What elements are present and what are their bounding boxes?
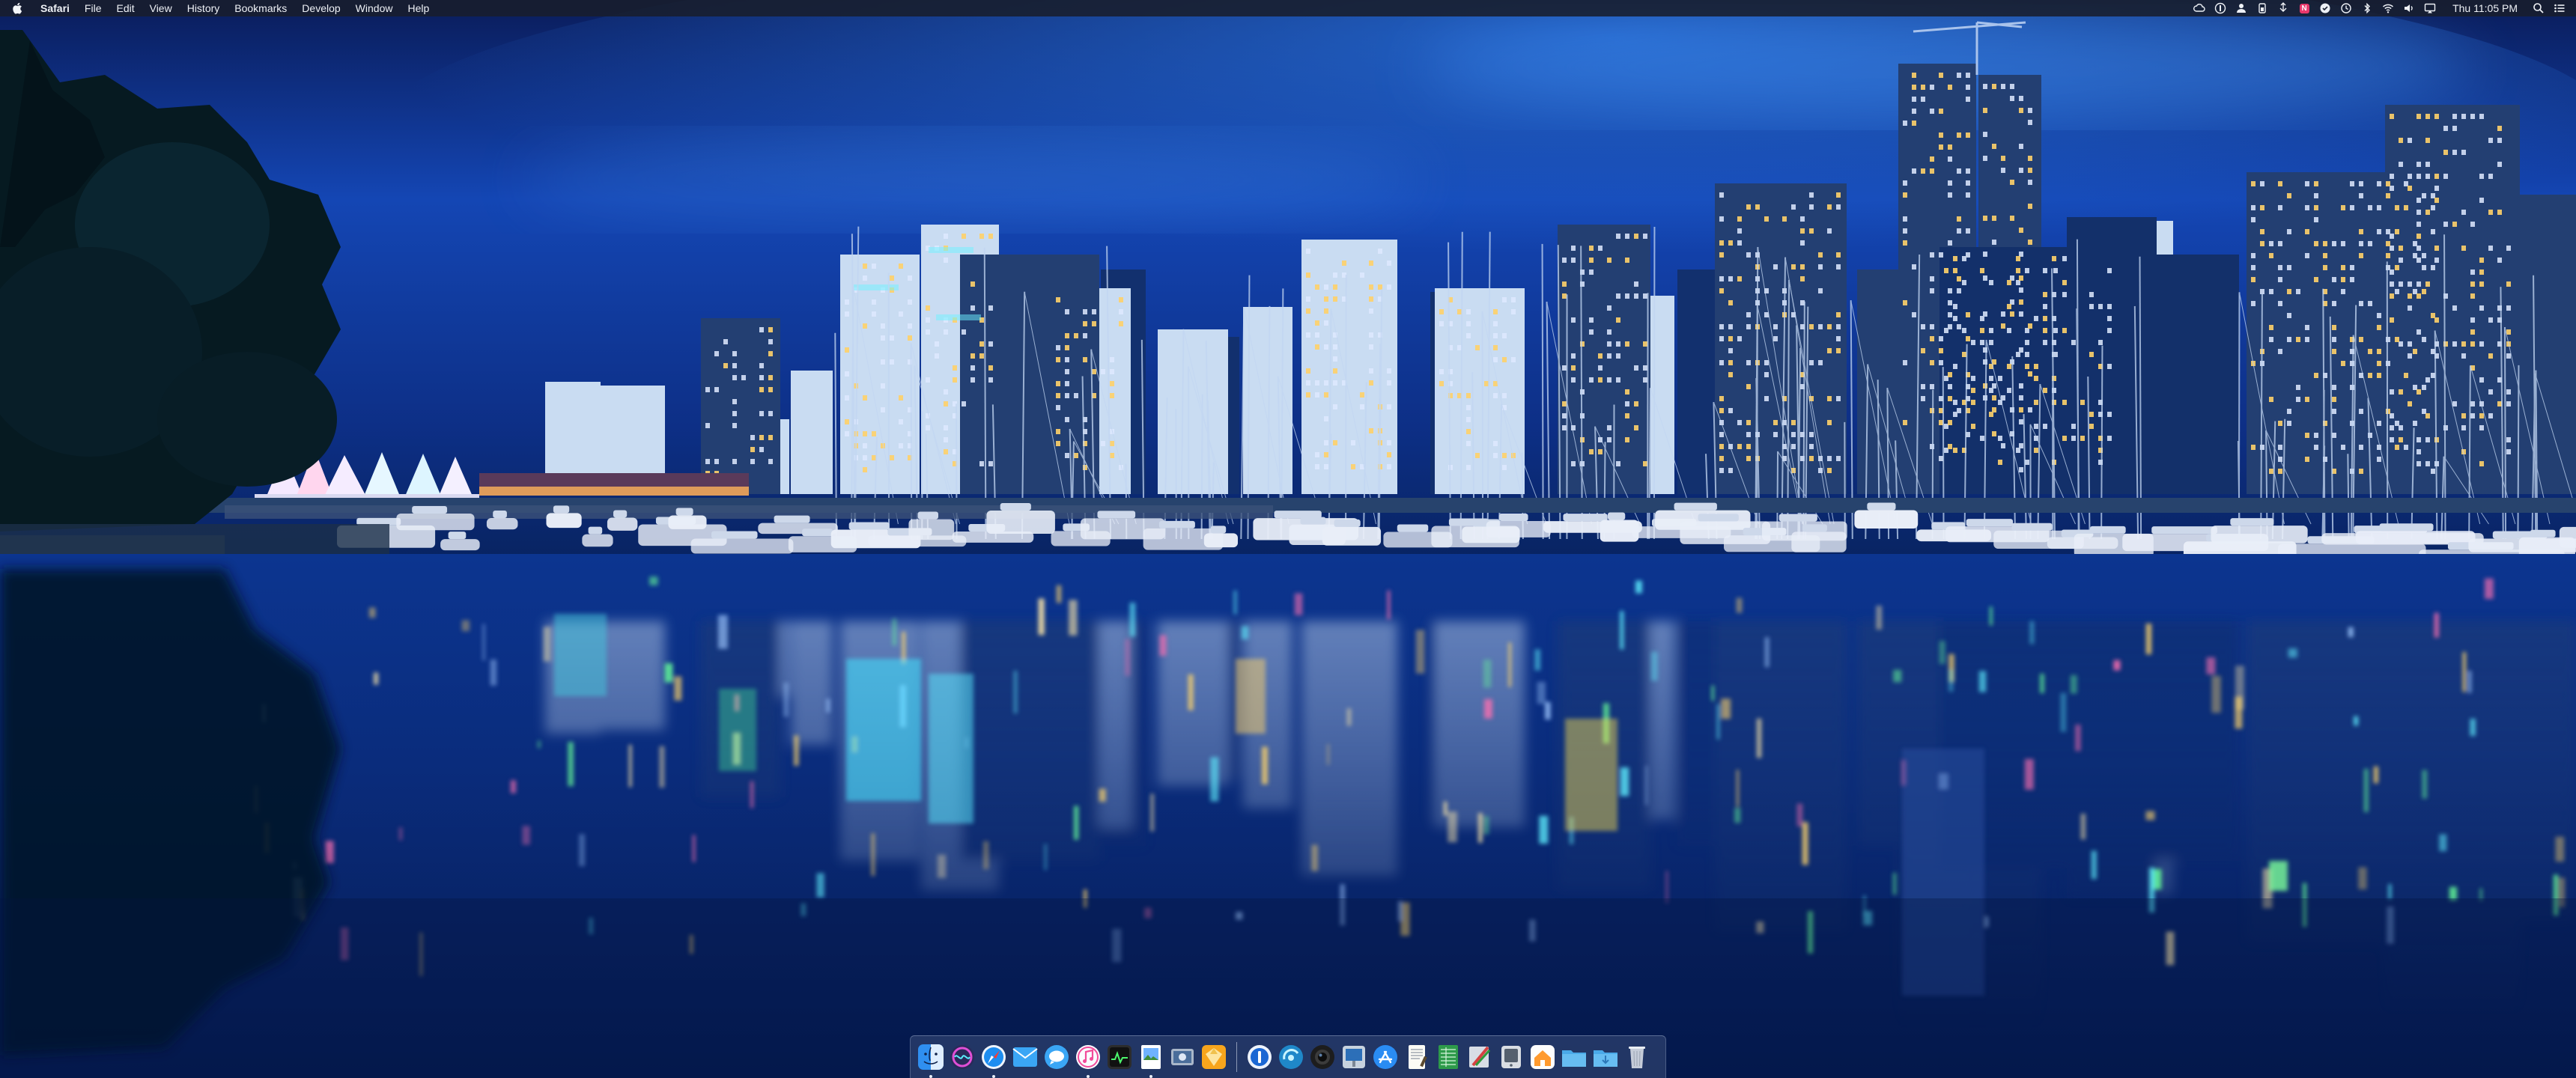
dock-separator — [1236, 1042, 1237, 1072]
dock-mail-icon[interactable] — [1011, 1043, 1039, 1071]
dock-photo-booth-icon[interactable] — [1340, 1043, 1368, 1071]
desktop-wallpaper — [0, 0, 2576, 1078]
notification-center-icon[interactable] — [2554, 2, 2566, 14]
dock-script-editor-icon[interactable] — [1465, 1043, 1494, 1071]
dock-preview-icon[interactable] — [1137, 1043, 1165, 1078]
dock-folder-icon[interactable] — [1560, 1043, 1588, 1071]
dock-system-info-icon[interactable] — [1497, 1043, 1525, 1071]
airplay-display-icon[interactable] — [2424, 2, 2436, 14]
menu-window[interactable]: Window — [348, 0, 401, 16]
menu-bar: Safari File Edit View History Bookmarks … — [0, 0, 2576, 16]
notification-badge-icon[interactable]: N — [2298, 2, 2310, 14]
menu-help[interactable]: Help — [400, 0, 437, 16]
dock-downloads-folder-icon[interactable] — [1591, 1043, 1620, 1071]
dock-1password-icon[interactable] — [1245, 1043, 1274, 1071]
usb-icon[interactable] — [2277, 2, 2289, 14]
dock-cleanmymac-icon[interactable] — [1277, 1043, 1305, 1071]
dock-sketch-icon[interactable] — [1200, 1043, 1228, 1071]
dock-messages-icon[interactable] — [1042, 1043, 1071, 1071]
apple-logo-icon[interactable] — [12, 2, 22, 14]
dock-siri-icon[interactable] — [948, 1043, 976, 1071]
dock-safari-icon[interactable] — [979, 1043, 1008, 1078]
menu-edit[interactable]: Edit — [109, 0, 142, 16]
wifi-icon[interactable] — [2382, 2, 2394, 14]
dock-itunes-icon[interactable] — [1074, 1043, 1102, 1078]
bluetooth-icon[interactable] — [2361, 2, 2373, 14]
user-account-icon[interactable] — [2235, 2, 2247, 14]
spotlight-search-icon[interactable] — [2533, 2, 2545, 14]
dock-image-capture-icon[interactable] — [1168, 1043, 1197, 1071]
menu-file[interactable]: File — [77, 0, 109, 16]
vpn-icon[interactable] — [2319, 2, 2331, 14]
volume-icon[interactable] — [2403, 2, 2415, 14]
menu-bar-left: Safari File Edit View History Bookmarks … — [12, 0, 437, 16]
menu-develop[interactable]: Develop — [294, 0, 347, 16]
battery-status-icon[interactable] — [2256, 2, 2268, 14]
time-machine-icon[interactable] — [2340, 2, 2352, 14]
menu-app-safari[interactable]: Safari — [33, 0, 77, 16]
dock-app-store-icon[interactable] — [1371, 1043, 1400, 1071]
dock — [910, 1035, 1666, 1078]
menu-bookmarks[interactable]: Bookmarks — [227, 0, 294, 16]
dock-activity-monitor-icon[interactable] — [1105, 1043, 1134, 1071]
menu-bar-clock[interactable]: Thu 11:05 PM — [2452, 2, 2518, 14]
dock-home-icon[interactable] — [1528, 1043, 1557, 1071]
cloud-sync-icon[interactable] — [2193, 2, 2205, 14]
dock-textedit-icon[interactable] — [1403, 1043, 1431, 1071]
dock-spreadsheet-icon[interactable] — [1434, 1043, 1462, 1071]
menu-view[interactable]: View — [142, 0, 180, 16]
dock-finder-icon[interactable] — [917, 1043, 945, 1078]
dock-trash-icon[interactable] — [1623, 1043, 1651, 1071]
onepassword-icon[interactable] — [2214, 2, 2226, 14]
menu-bar-status-area: N Thu 11:05 PM — [2193, 0, 2566, 16]
dock-camera-icon[interactable] — [1308, 1043, 1337, 1071]
menu-history[interactable]: History — [180, 0, 228, 16]
